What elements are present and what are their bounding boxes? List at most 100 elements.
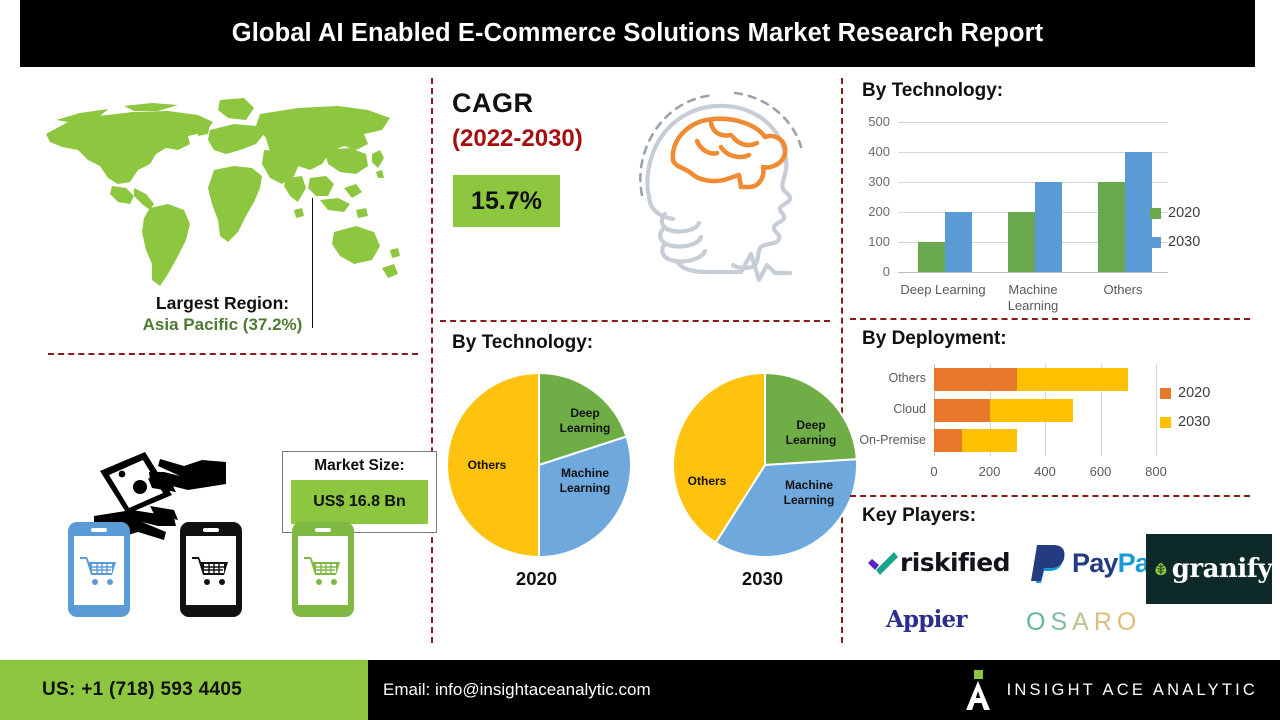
legend-swatch — [1160, 416, 1171, 428]
vertical-divider-left — [431, 78, 433, 643]
pie-slice — [446, 371, 540, 559]
cagr-range-label: (2022-2030) — [452, 125, 583, 152]
pie-2020-year-label: 2020 — [515, 568, 558, 589]
middle-panel: CAGR (2022-2030) 15.7% By Technology: De… — [440, 70, 858, 645]
phone-screen — [74, 536, 124, 605]
logo-osaro-char-o2: O — [1116, 608, 1142, 636]
legend-item: 2030 — [1150, 234, 1200, 250]
legend-label: 2020 — [1168, 205, 1201, 221]
cagr-value: 15.7% — [471, 186, 542, 215]
deployment-gridline — [1156, 364, 1157, 456]
pie-2030-year-label: 2030 — [741, 568, 784, 589]
insight-ace-a-logo-icon — [965, 670, 990, 710]
footer-bar: US: +1 (718) 593 4405 Email: info@insigh… — [0, 660, 1280, 720]
bar-chart-bar — [1125, 152, 1152, 272]
bar-chart-y-tick: 400 — [868, 144, 890, 159]
deployment-bar-segment — [961, 429, 1018, 453]
footer-brand-name: INSIGHT ACE ANALYTIC — [1006, 680, 1258, 699]
legend-label: 2020 — [1178, 385, 1211, 401]
cagr-label: CAGR — [452, 88, 534, 118]
logo-osaro-char-a: A — [1072, 608, 1094, 636]
logo-appier-text: Appier — [886, 606, 968, 633]
by-deployment-title: By Deployment: — [862, 328, 1007, 349]
bar-chart-y-tick: 200 — [868, 204, 890, 219]
left-panel: Largest Region: Asia Pacific (37.2%) Mar… — [20, 70, 437, 645]
deployment-bar-segment — [934, 398, 990, 422]
largest-region-block: Largest Region: Asia Pacific (37.2%) — [20, 292, 425, 336]
legend-label: 2030 — [1178, 414, 1211, 430]
riskified-mark-icon — [868, 551, 898, 575]
logo-osaro: OSARO — [1026, 608, 1141, 637]
bar-chart-y-tick: 100 — [868, 234, 890, 249]
right-panel: By Technology: 500 400 300 200 100 0 Deep Lea… — [850, 70, 1273, 648]
deployment-x-tick: 400 — [1034, 464, 1056, 479]
logo-paypal: Pay Pal — [1031, 541, 1157, 585]
logo-riskified: riskified — [866, 548, 1010, 577]
bar-chart-category-label: Deep Learning — [900, 282, 986, 297]
logo-paypal-text-pay: Pay — [1072, 547, 1118, 578]
shopping-cart-icon — [304, 556, 340, 585]
legend-item: 2030 — [1160, 414, 1210, 430]
deployment-category-label: Others — [888, 371, 926, 386]
logo-granify: granify — [1146, 534, 1273, 604]
logo-osaro-char-o1: O — [1026, 608, 1051, 636]
report-header-bar: Global AI Enabled E-Commerce Solutions M… — [20, 0, 1255, 67]
deployment-x-tick: 200 — [978, 464, 1001, 479]
key-players-title: Key Players: — [862, 505, 977, 526]
bar-chart-gridline — [898, 272, 1168, 273]
logo-osaro-char-r: R — [1093, 608, 1117, 636]
bar-chart-bar — [918, 242, 945, 272]
phone-speaker — [315, 528, 331, 532]
deployment-x-tick: 800 — [1145, 464, 1167, 479]
bar-chart-y-tick: 500 — [868, 114, 890, 129]
market-size-label: Market Size: — [314, 457, 405, 474]
pie-slice — [764, 371, 858, 467]
horizontal-divider-left — [48, 353, 418, 355]
by-technology-bar-chart: 500 400 300 200 100 0 Deep Learning Machine Le… — [856, 114, 1196, 333]
deployment-category-label: Cloud — [893, 402, 926, 416]
bar-chart-y-tick: 300 — [868, 174, 890, 189]
legend-swatch — [1150, 207, 1161, 219]
legend-swatch — [1160, 387, 1171, 399]
legend-label: 2030 — [1168, 234, 1201, 250]
paypal-mark-icon — [1031, 545, 1065, 583]
bar-chart-category-label: Others — [1103, 282, 1143, 297]
mobile-commerce-phone-green — [292, 522, 354, 617]
cagr-value-box: 15.7% — [453, 175, 560, 227]
bar-chart-bar — [1098, 182, 1125, 272]
legend-item: 2020 — [1160, 385, 1210, 401]
bar-chart-y-tick: 0 — [882, 264, 890, 279]
deployment-bar-segment — [934, 367, 1018, 391]
phone-speaker — [203, 528, 219, 532]
market-size-box: Market Size: US$ 16.8 Bn — [282, 451, 437, 533]
pie-2030-svg — [672, 371, 858, 558]
phone-screen — [298, 536, 348, 605]
bar-chart-category-label: Machine Learning — [1007, 282, 1059, 313]
bar-chart-bar — [1008, 212, 1035, 272]
pie-chart-2020: Deep Learning Machine Learning Others 20… — [444, 370, 632, 600]
deployment-x-tick: 0 — [930, 464, 938, 479]
deployment-x-tick: 600 — [1089, 464, 1112, 479]
shopping-cart-icon — [192, 556, 228, 585]
granify-leaf-mark-icon — [1155, 562, 1167, 576]
deployment-bar-segment — [934, 429, 962, 453]
footer-phone-block: US: +1 (718) 593 4405 — [0, 660, 368, 720]
horizontal-divider-middle — [440, 320, 830, 322]
world-map-icon — [46, 98, 400, 286]
largest-region-label: Largest Region: — [155, 293, 290, 313]
by-deployment-legend: 2020 2030 — [1160, 385, 1210, 443]
logo-osaro-char-s: S — [1050, 608, 1073, 636]
logo-riskified-text: riskified — [900, 548, 1010, 577]
deployment-bar-segment — [989, 398, 1073, 422]
mobile-commerce-phone-blue — [68, 522, 130, 617]
bar-chart-bar — [1035, 182, 1062, 272]
key-players-logos: riskified Pay Pal granify Appier O S A R… — [856, 534, 1273, 648]
middle-technology-title: By Technology: — [452, 332, 594, 353]
pie-chart-2030: Deep Learning Machine Learning Others 20… — [670, 370, 858, 600]
logo-granify-text: granify — [1171, 554, 1273, 584]
legend-item: 2020 — [1150, 205, 1200, 221]
footer-email-text: Email: info@insightaceanalytic.com — [383, 680, 651, 699]
bar-chart-bar — [945, 212, 972, 272]
market-size-value: US$ 16.8 Bn — [291, 480, 428, 524]
by-technology-legend: 2020 2030 — [1150, 205, 1200, 263]
